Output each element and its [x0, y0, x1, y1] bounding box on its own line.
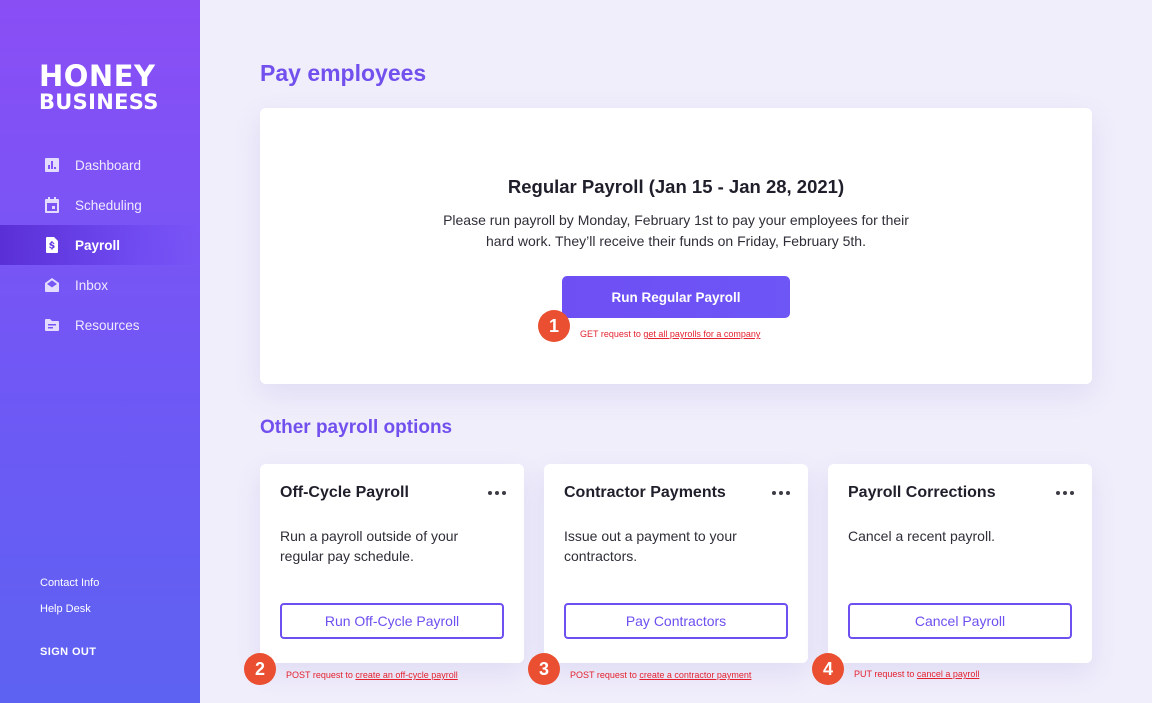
- sidebar-item-payroll[interactable]: Payroll: [0, 225, 200, 265]
- more-options-icon[interactable]: [488, 488, 508, 498]
- sidebar-item-label: Dashboard: [75, 157, 142, 173]
- api-note: PUT request to cancel a payroll: [854, 669, 979, 679]
- folder-icon: [44, 317, 60, 333]
- chart-icon: [44, 157, 60, 173]
- regular-payroll-card: Regular Payroll (Jan 15 - Jan 28, 2021) …: [260, 108, 1092, 384]
- regular-payroll-title: Regular Payroll (Jan 15 - Jan 28, 2021): [507, 176, 845, 197]
- sidebar-nav: Dashboard Scheduling Payroll Inbox Resou…: [0, 145, 200, 345]
- more-options-icon[interactable]: [1056, 488, 1076, 498]
- run-off-cycle-payroll-button[interactable]: Run Off-Cycle Payroll: [280, 603, 504, 639]
- run-regular-payroll-button[interactable]: Run Regular Payroll: [562, 276, 790, 318]
- payroll-corrections-card: Payroll Corrections Cancel a recent payr…: [828, 464, 1092, 663]
- card-description: Issue out a payment to your contractors.: [564, 528, 737, 564]
- api-note-prefix: PUT request to: [854, 669, 917, 679]
- sidebar-item-scheduling[interactable]: Scheduling: [0, 185, 200, 225]
- api-note-link[interactable]: create an off-cycle payroll: [355, 670, 457, 680]
- pay-contractors-button[interactable]: Pay Contractors: [564, 603, 788, 639]
- brand-line-2: BUSINESS: [39, 90, 159, 114]
- sidebar-item-dashboard[interactable]: Dashboard: [0, 145, 200, 185]
- contractor-payments-card: Contractor Payments Issue out a payment …: [544, 464, 808, 663]
- card-title: Off-Cycle Payroll: [280, 484, 409, 501]
- step-badge: 1: [538, 310, 570, 342]
- page-title: Pay employees: [260, 60, 427, 86]
- off-cycle-payroll-card: Off-Cycle Payroll Run a payroll outside …: [260, 464, 524, 663]
- other-options-title: Other payroll options: [260, 417, 453, 438]
- cancel-payroll-button[interactable]: Cancel Payroll: [848, 603, 1072, 639]
- sidebar-item-label: Resources: [75, 317, 140, 333]
- api-note: POST request to create a contractor paym…: [570, 670, 751, 680]
- sidebar-item-inbox[interactable]: Inbox: [0, 265, 200, 305]
- contact-info-link[interactable]: Contact Info: [40, 577, 99, 589]
- api-note-link[interactable]: cancel a payroll: [917, 669, 980, 679]
- card-description: Run a payroll outside of your regular pa…: [280, 528, 459, 564]
- calendar-icon: [44, 197, 60, 213]
- sidebar: HONEY BUSINESS Dashboard Scheduling Payr…: [0, 0, 200, 703]
- sidebar-item-label: Scheduling: [75, 197, 142, 213]
- brand-line-1: HONEY: [39, 59, 156, 93]
- sign-out-button[interactable]: SIGN OUT: [40, 646, 96, 658]
- api-note-link[interactable]: get all payrolls for a company: [643, 329, 760, 339]
- step-badge: 2: [244, 653, 276, 685]
- card-title: Contractor Payments: [564, 484, 726, 501]
- sidebar-item-resources[interactable]: Resources: [0, 305, 200, 345]
- api-note-prefix: POST request to: [570, 670, 640, 680]
- sidebar-item-label: Payroll: [75, 237, 121, 253]
- help-desk-link[interactable]: Help Desk: [40, 603, 99, 615]
- sidebar-footer: Contact Info Help Desk: [40, 577, 99, 629]
- step-badge: 4: [812, 653, 844, 685]
- api-note: POST request to create an off-cycle payr…: [286, 670, 458, 680]
- step-badge: 3: [528, 653, 560, 685]
- more-options-icon[interactable]: [772, 488, 792, 498]
- api-note-prefix: POST request to: [286, 670, 356, 680]
- envelope-icon: [44, 277, 60, 293]
- regular-payroll-description: Please run payroll by Monday, February 1…: [443, 212, 909, 249]
- card-description: Cancel a recent payroll.: [848, 528, 996, 544]
- api-note-prefix: GET request to: [580, 329, 644, 339]
- card-title: Payroll Corrections: [848, 484, 996, 501]
- brand-logo[interactable]: HONEY BUSINESS: [39, 62, 159, 113]
- api-note-link[interactable]: create a contractor payment: [639, 670, 751, 680]
- dollar-file-icon: [44, 237, 60, 253]
- sidebar-item-label: Inbox: [75, 277, 109, 293]
- api-note: GET request to get all payrolls for a co…: [580, 329, 760, 339]
